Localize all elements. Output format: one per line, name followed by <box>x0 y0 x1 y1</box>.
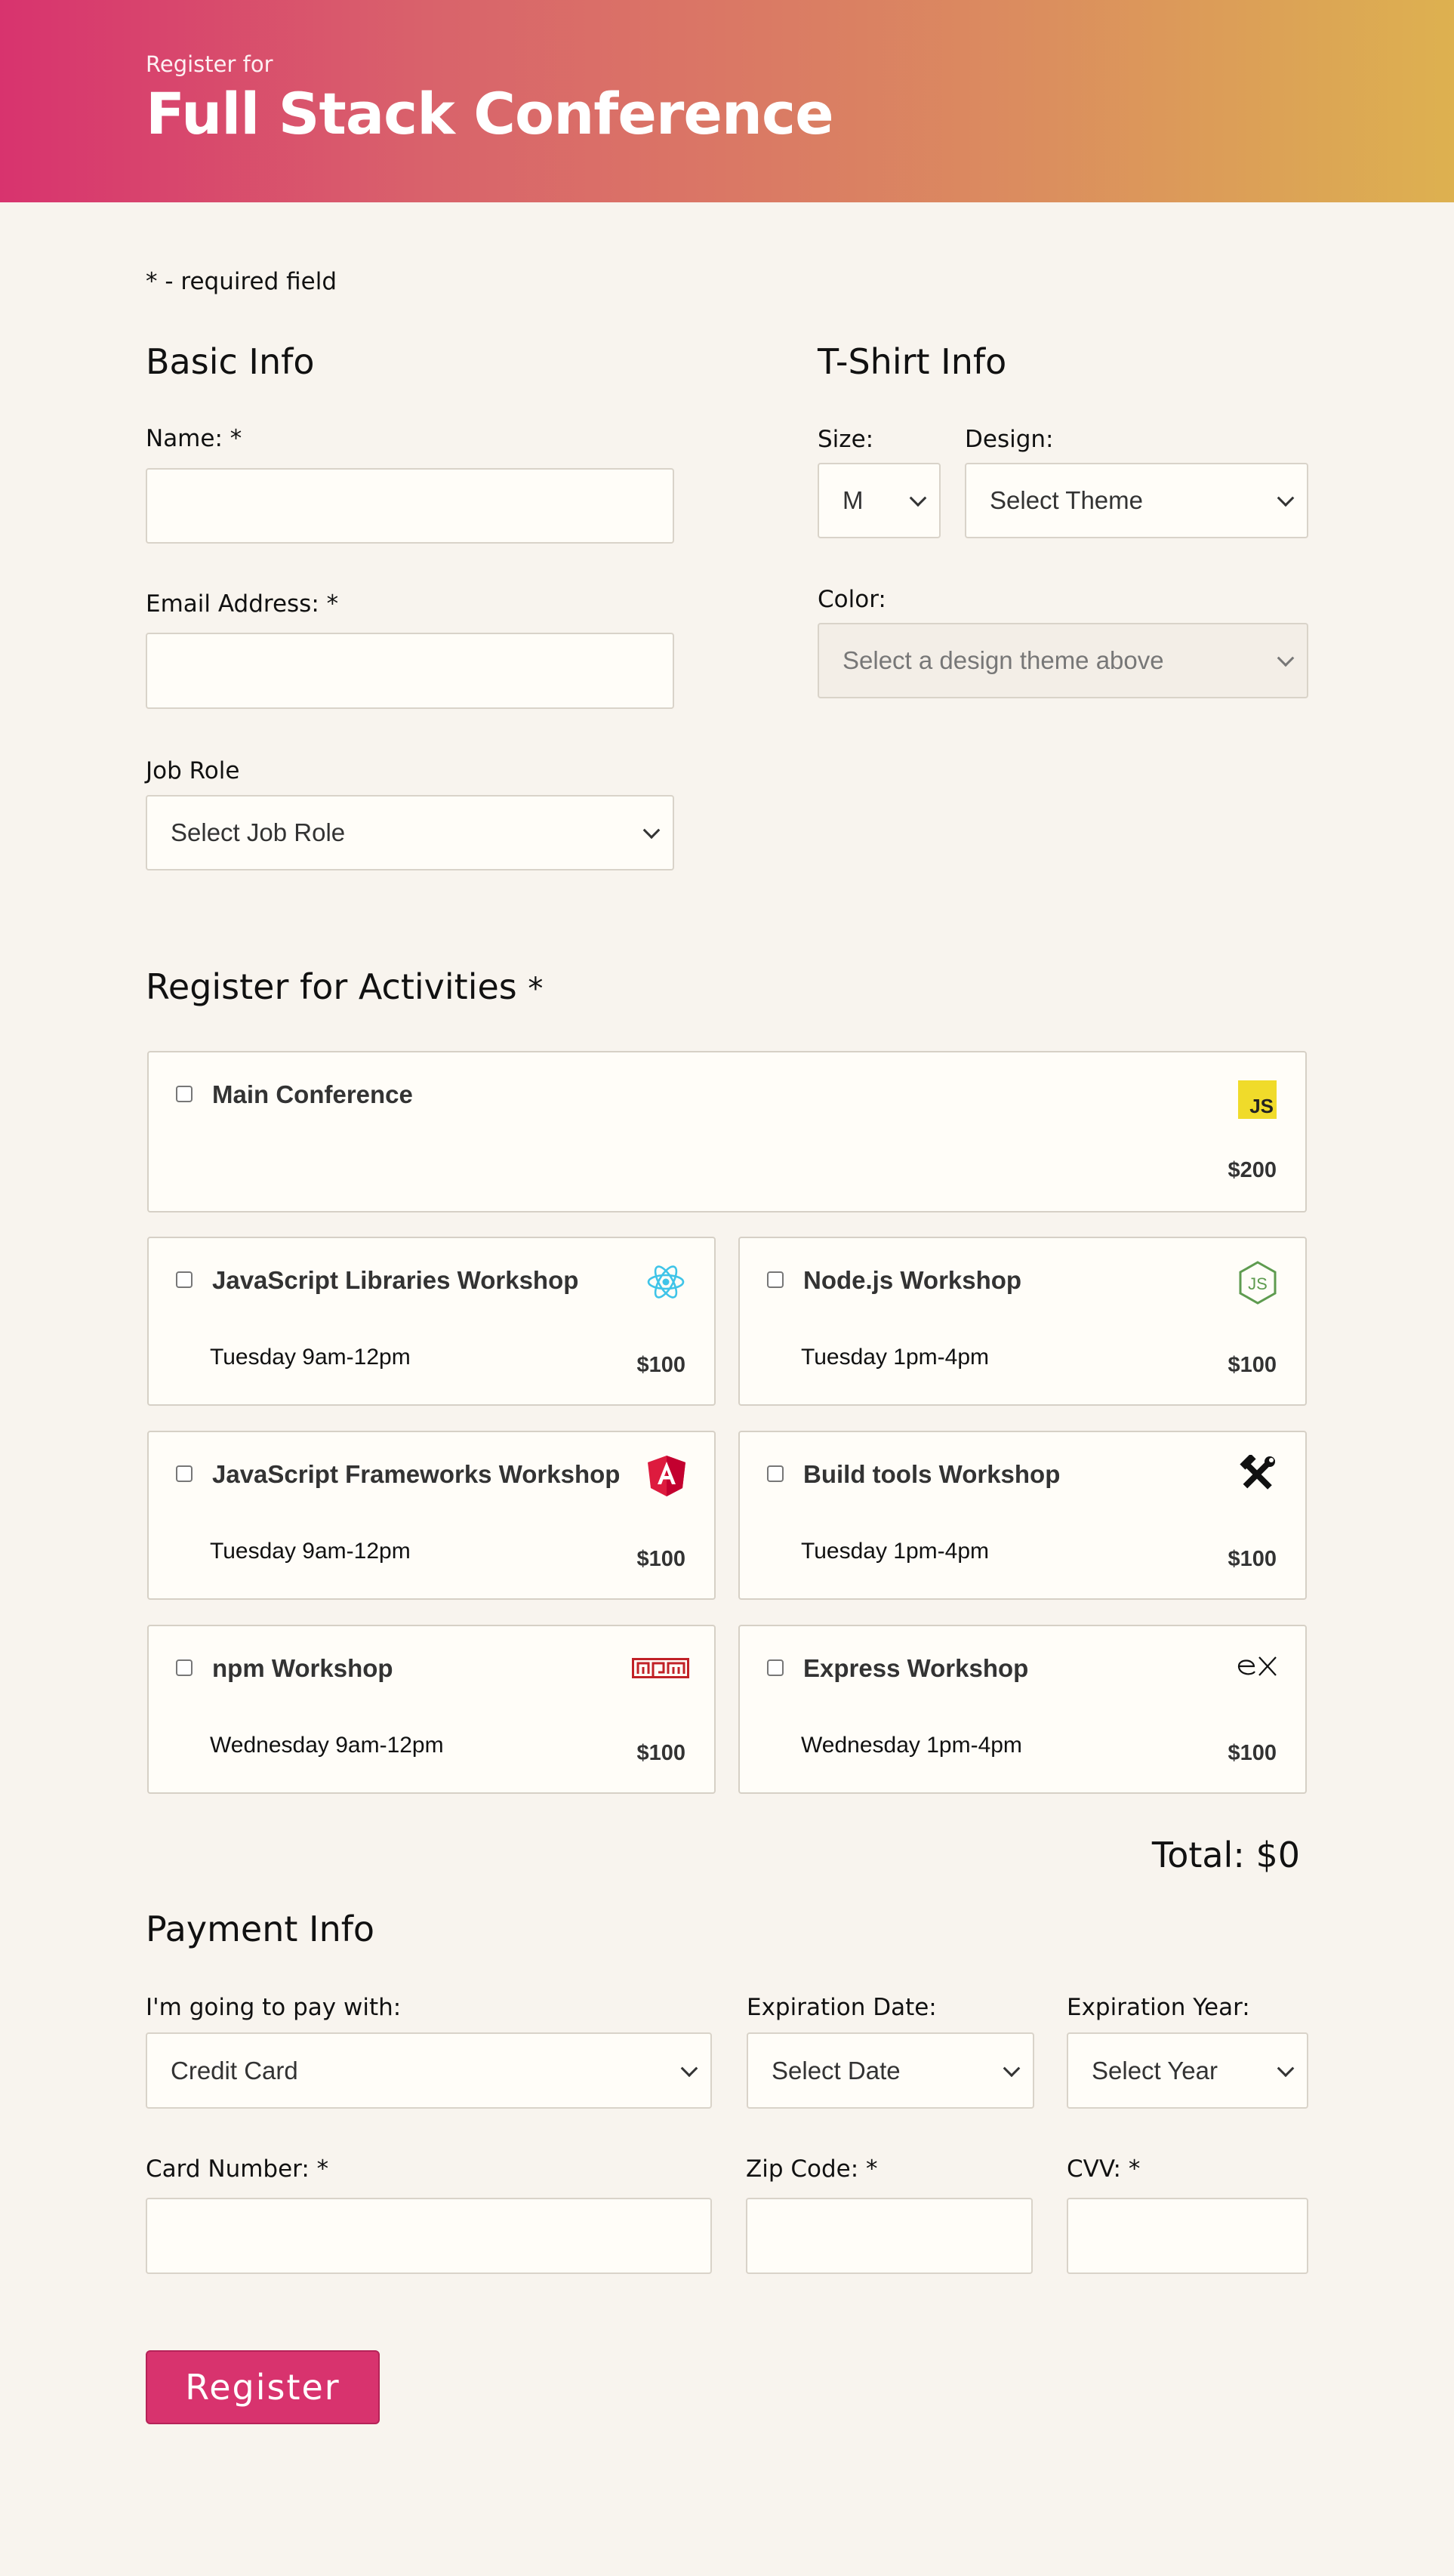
activity-checkbox[interactable] <box>176 1465 193 1482</box>
color-select[interactable]: Select a design theme above <box>818 623 1308 698</box>
activity-checkbox[interactable] <box>767 1465 784 1482</box>
chevron-down-icon <box>1003 2059 1021 2077</box>
activity-time: Wednesday 1pm-4pm <box>801 1733 1022 1758</box>
activity-checkbox[interactable] <box>176 1659 193 1676</box>
activities-heading: Register for Activities * <box>146 966 544 1007</box>
activity-checkbox[interactable] <box>176 1086 193 1102</box>
cvv-label: CVV: * <box>1067 2155 1141 2183</box>
size-select[interactable]: M <box>818 463 941 538</box>
job-role-value: Select Job Role <box>171 818 346 846</box>
activity-time: Tuesday 1pm-4pm <box>801 1539 989 1564</box>
activity-price: $100 <box>636 1353 685 1377</box>
register-button[interactable]: Register <box>146 2350 380 2424</box>
exp-date-select[interactable]: Select Date <box>747 2032 1034 2109</box>
activity-title: Node.js Workshop <box>803 1266 1022 1294</box>
email-input[interactable] <box>146 633 674 709</box>
zip-code-input[interactable] <box>746 2198 1033 2274</box>
activity-checkbox[interactable] <box>767 1659 784 1676</box>
activity-price: $200 <box>1228 1158 1277 1182</box>
javascript-icon: JS <box>1238 1080 1277 1119</box>
color-label: Color: <box>818 586 886 613</box>
exp-year-select[interactable]: Select Year <box>1067 2032 1308 2109</box>
activities-total: Total: $0 <box>1151 1835 1300 1875</box>
activity-title: npm Workshop <box>212 1654 393 1682</box>
activity-card-express[interactable]: Express Workshop Wednesday 1pm-4pm $100 <box>738 1625 1307 1794</box>
card-number-label: Card Number: * <box>146 2155 329 2183</box>
activity-card-js-frameworks[interactable]: JavaScript Frameworks Workshop Tuesday 9… <box>147 1431 716 1600</box>
express-icon <box>1237 1656 1277 1676</box>
job-role-select[interactable]: Select Job Role <box>146 795 674 870</box>
activity-title: Main Conference <box>212 1080 413 1108</box>
exp-date-value: Select Date <box>772 2056 901 2085</box>
zip-code-label: Zip Code: * <box>746 2155 878 2183</box>
activity-card-js-libraries[interactable]: JavaScript Libraries Workshop Tuesday 9a… <box>147 1237 716 1406</box>
activity-time: Tuesday 9am-12pm <box>210 1539 411 1564</box>
required-note: * - required field <box>146 268 337 295</box>
activity-time: Tuesday 9am-12pm <box>210 1345 411 1370</box>
design-value: Select Theme <box>990 486 1143 514</box>
activity-title: JavaScript Libraries Workshop <box>212 1266 579 1294</box>
tshirt-info-heading: T-Shirt Info <box>818 341 1007 382</box>
required-asterisk: * <box>1128 2155 1141 2183</box>
activity-card-build-tools[interactable]: Build tools Workshop Tuesday 1pm-4pm $10… <box>738 1431 1307 1600</box>
page-title: Full Stack Conference <box>146 80 834 147</box>
payment-method-label: I'm going to pay with: <box>146 1994 402 2021</box>
chevron-down-icon <box>680 2059 698 2077</box>
size-value: M <box>843 486 864 514</box>
size-label: Size: <box>818 426 874 453</box>
activity-price: $100 <box>1228 1353 1277 1377</box>
card-number-input[interactable] <box>146 2198 712 2274</box>
activity-checkbox[interactable] <box>767 1271 784 1288</box>
email-label: Email Address: * <box>146 590 339 618</box>
chevron-down-icon <box>909 489 927 507</box>
chevron-down-icon <box>1277 489 1295 507</box>
activity-price: $100 <box>636 1741 685 1765</box>
activity-card-npm[interactable]: npm Workshop Wednesday 9am-12pm $100 <box>147 1625 716 1794</box>
basic-info-heading: Basic Info <box>146 341 315 382</box>
design-label: Design: <box>965 426 1054 453</box>
name-label: Name: * <box>146 425 242 452</box>
required-asterisk: * <box>326 590 339 618</box>
activity-checkbox[interactable] <box>176 1271 193 1288</box>
activity-card-nodejs[interactable]: Node.js Workshop Tuesday 1pm-4pm $100 JS <box>738 1237 1307 1406</box>
activity-time: Wednesday 9am-12pm <box>210 1733 444 1758</box>
npm-icon <box>632 1658 689 1678</box>
tools-icon <box>1240 1455 1276 1490</box>
payment-info-heading: Payment Info <box>146 1909 375 1949</box>
activity-title: Express Workshop <box>803 1654 1029 1682</box>
svg-text:JS: JS <box>1248 1274 1268 1293</box>
exp-year-label: Expiration Year: <box>1067 1994 1250 2021</box>
activity-price: $100 <box>1228 1741 1277 1765</box>
exp-year-value: Select Year <box>1092 2056 1218 2085</box>
angular-icon <box>648 1456 685 1496</box>
activity-title: Build tools Workshop <box>803 1460 1061 1488</box>
job-role-label: Job Role <box>146 757 240 784</box>
chevron-down-icon <box>1277 2059 1295 2077</box>
chevron-down-icon <box>1277 649 1295 667</box>
required-asterisk: * <box>866 2155 878 2183</box>
header-subtitle: Register for <box>146 51 273 77</box>
activity-price: $100 <box>636 1547 685 1571</box>
design-select[interactable]: Select Theme <box>965 463 1308 538</box>
required-asterisk: * <box>229 425 242 452</box>
color-value: Select a design theme above <box>843 646 1164 674</box>
required-asterisk: * <box>528 972 544 1006</box>
activity-time: Tuesday 1pm-4pm <box>801 1345 989 1370</box>
react-icon <box>647 1265 685 1299</box>
activity-title: JavaScript Frameworks Workshop <box>212 1460 621 1488</box>
cvv-input[interactable] <box>1067 2198 1308 2274</box>
exp-date-label: Expiration Date: <box>747 1994 937 2021</box>
name-input[interactable] <box>146 468 674 544</box>
activity-card-main-conference[interactable]: Main Conference $200 JS <box>147 1051 1307 1213</box>
payment-method-select[interactable]: Credit Card <box>146 2032 712 2109</box>
chevron-down-icon <box>642 821 661 840</box>
activity-price: $100 <box>1228 1547 1277 1571</box>
nodejs-icon: JS <box>1239 1261 1277 1305</box>
required-asterisk: * <box>316 2155 329 2183</box>
payment-method-value: Credit Card <box>171 2056 298 2085</box>
